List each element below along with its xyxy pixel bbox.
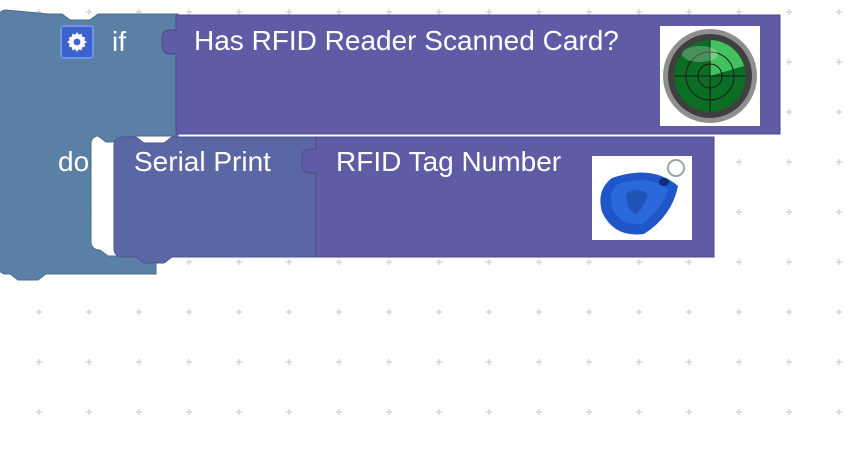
radar-icon <box>660 26 760 126</box>
tag-label: RFID Tag Number <box>336 146 562 177</box>
rfid-keyfob-icon <box>592 156 692 240</box>
serial-print-label: Serial Print <box>134 146 271 177</box>
if-keyword: if <box>112 26 126 57</box>
do-keyword: do <box>58 146 90 177</box>
condition-label: Has RFID Reader Scanned Card? <box>194 25 619 56</box>
gear-icon[interactable] <box>60 25 94 59</box>
